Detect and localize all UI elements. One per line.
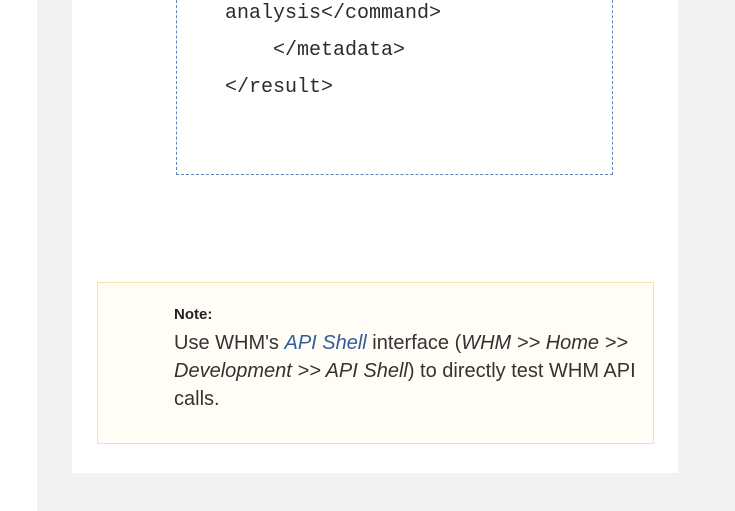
note-text-before: Use WHM's — [174, 332, 285, 354]
code-line-3: </result> — [225, 76, 334, 99]
note-title: Note: — [174, 306, 213, 323]
code-block: analysis</command> </metadata> </result> — [176, 0, 613, 175]
code-line-1: analysis</command> — [225, 2, 442, 25]
api-shell-link[interactable]: API Shell — [284, 332, 366, 354]
note-text-middle: interface ( — [366, 332, 462, 354]
note-box: Note: Use WHM's API Shell interface (WHM… — [97, 282, 654, 444]
code-line-2: </metadata> — [225, 39, 406, 62]
note-text: Use WHM's API Shell interface (WHM >> Ho… — [174, 329, 644, 413]
